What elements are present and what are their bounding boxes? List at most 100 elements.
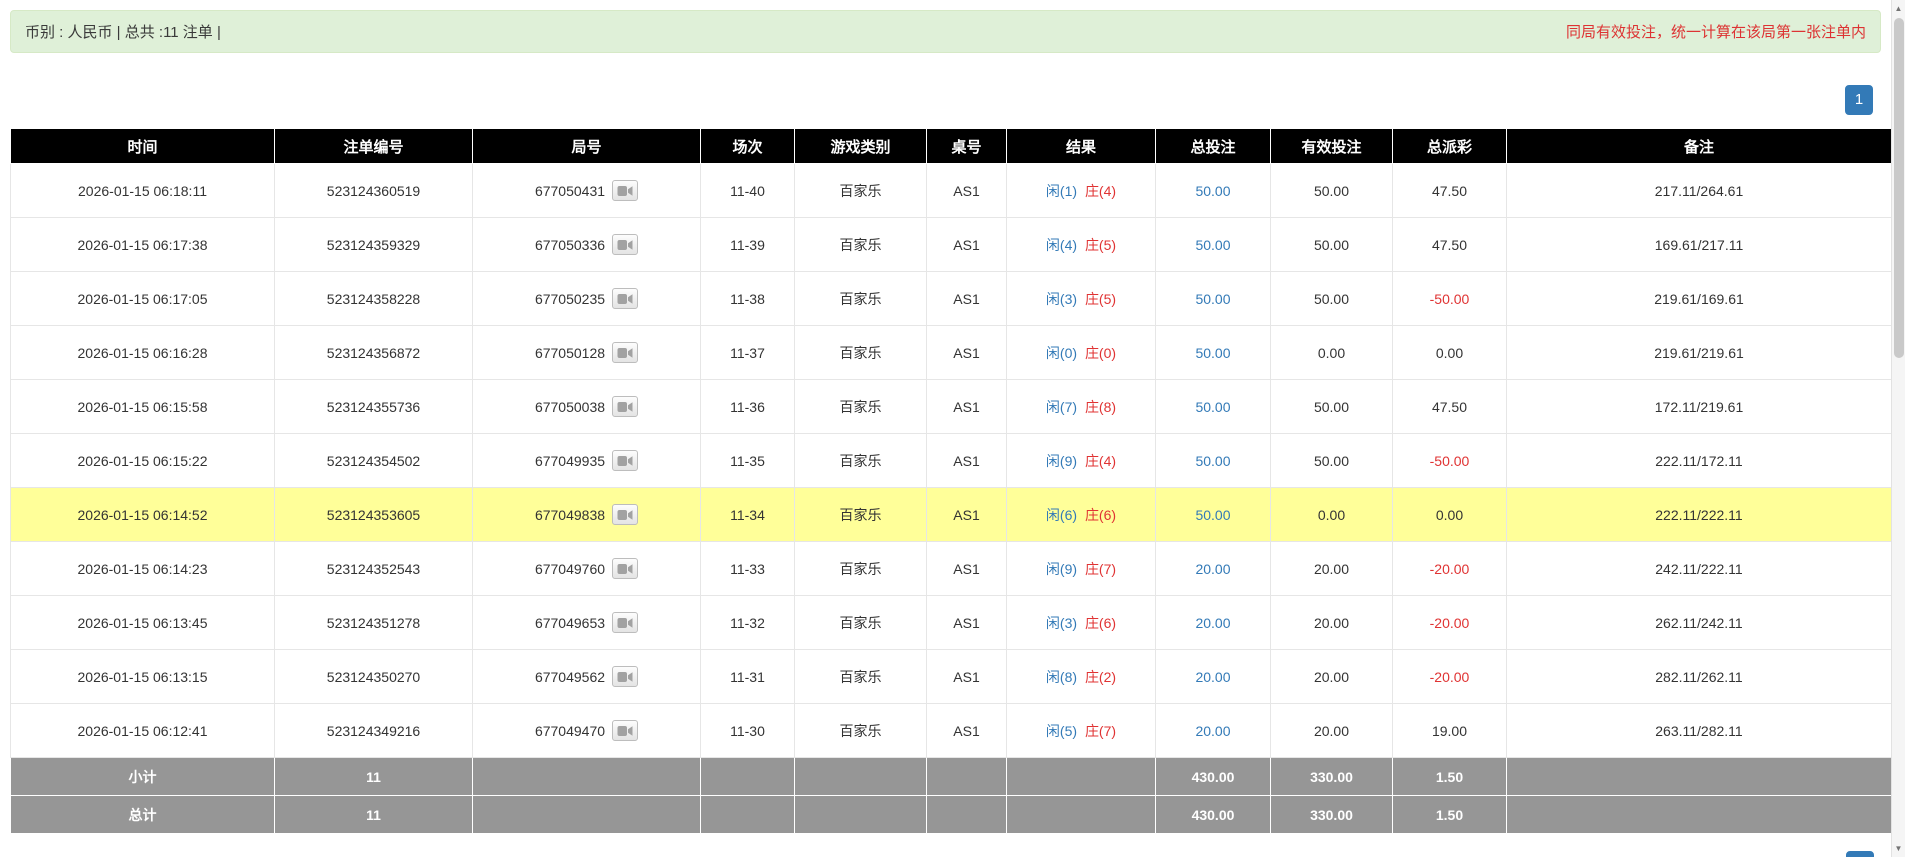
cell-payout: -20.00: [1392, 541, 1507, 596]
cell-bet-id: 523124360519: [274, 163, 473, 218]
cell-valid-bet: 20.00: [1270, 595, 1393, 650]
total-bet-link[interactable]: 20.00: [1195, 723, 1230, 739]
scroll-up-arrow-icon[interactable]: ▲: [1892, 1, 1905, 16]
col-header-table-no: 桌号: [926, 128, 1007, 164]
cell-remark: 169.61/217.11: [1506, 217, 1892, 272]
round-id-text: 677049470: [534, 722, 606, 739]
scrollbar-thumb[interactable]: [1894, 18, 1904, 358]
round-id-text: 677050038: [534, 398, 606, 415]
round-video-button[interactable]: [612, 288, 639, 309]
pagination-bottom-page-1-button[interactable]: 1: [1846, 851, 1874, 857]
bet-row[interactable]: 2026-01-15 06:17:38 523124359329 6770503…: [10, 217, 1892, 272]
result-player-text: 闲(0): [1045, 344, 1078, 361]
cell-round-id: 677050431: [472, 163, 701, 218]
bet-row[interactable]: 2026-01-15 06:15:58 523124355736 6770500…: [10, 379, 1892, 434]
round-video-button[interactable]: [612, 504, 639, 525]
cell-time: 2026-01-15 06:17:38: [10, 217, 275, 272]
result-player-text: 闲(9): [1045, 452, 1078, 469]
bet-row[interactable]: 2026-01-15 06:14:52 523124353605 6770498…: [10, 487, 1892, 542]
cell-total-bet: 20.00: [1155, 541, 1271, 596]
round-video-button[interactable]: [612, 450, 639, 471]
cell-session: 11-38: [700, 271, 795, 326]
round-video-button[interactable]: [612, 666, 639, 687]
round-id-text: 677049562: [534, 668, 606, 685]
bet-row[interactable]: 2026-01-15 06:18:11 523124360519 6770504…: [10, 163, 1892, 218]
round-video-button[interactable]: [612, 234, 639, 255]
result-banker-text: 庄(7): [1084, 560, 1117, 577]
col-header-payout: 总派彩: [1392, 128, 1507, 164]
bet-row[interactable]: 2026-01-15 06:14:23 523124352543 6770497…: [10, 541, 1892, 596]
vertical-scrollbar[interactable]: ▲ ▼: [1891, 0, 1905, 857]
cell-remark: 263.11/282.11: [1506, 703, 1892, 758]
cell-valid-bet: 20.00: [1270, 649, 1393, 704]
total-bet-link[interactable]: 50.00: [1195, 237, 1230, 253]
summary-empty-cell: [700, 757, 795, 796]
cell-game-type: 百家乐: [794, 433, 927, 488]
total-bet-link[interactable]: 50.00: [1195, 507, 1230, 523]
total-bet-link[interactable]: 50.00: [1195, 183, 1230, 199]
total-bet-link[interactable]: 20.00: [1195, 561, 1230, 577]
bet-row[interactable]: 2026-01-15 06:12:41 523124349216 6770494…: [10, 703, 1892, 758]
cell-total-bet: 50.00: [1155, 433, 1271, 488]
summary-valid-bet: 330.00: [1270, 795, 1393, 834]
cell-time: 2026-01-15 06:13:45: [10, 595, 275, 650]
bet-row[interactable]: 2026-01-15 06:13:45 523124351278 6770496…: [10, 595, 1892, 650]
pagination-page-1-button[interactable]: 1: [1845, 85, 1873, 115]
bet-row[interactable]: 2026-01-15 06:17:05 523124358228 6770502…: [10, 271, 1892, 326]
cell-table-no: AS1: [926, 163, 1007, 218]
round-id-text: 677049838: [534, 506, 606, 523]
round-id-text: 677049653: [534, 614, 606, 631]
cell-valid-bet: 20.00: [1270, 541, 1393, 596]
total-bet-link[interactable]: 50.00: [1195, 453, 1230, 469]
cell-table-no: AS1: [926, 649, 1007, 704]
total-bet-link[interactable]: 50.00: [1195, 291, 1230, 307]
col-header-time: 时间: [10, 128, 275, 164]
cell-result: 闲(4) 庄(5): [1006, 217, 1156, 272]
cell-game-type: 百家乐: [794, 163, 927, 218]
cell-bet-id: 523124353605: [274, 487, 473, 542]
cell-payout: 47.50: [1392, 163, 1507, 218]
total-bet-link[interactable]: 50.00: [1195, 345, 1230, 361]
summary-valid-bet: 330.00: [1270, 757, 1393, 796]
cell-result: 闲(3) 庄(6): [1006, 595, 1156, 650]
result-player-text: 闲(8): [1045, 668, 1078, 685]
round-video-button[interactable]: [612, 612, 639, 633]
bet-row[interactable]: 2026-01-15 06:16:28 523124356872 6770501…: [10, 325, 1892, 380]
cell-time: 2026-01-15 06:14:23: [10, 541, 275, 596]
cell-valid-bet: 50.00: [1270, 217, 1393, 272]
scroll-down-arrow-icon[interactable]: ▼: [1892, 841, 1905, 856]
cell-table-no: AS1: [926, 217, 1007, 272]
result-player-text: 闲(3): [1045, 290, 1078, 307]
round-video-button[interactable]: [612, 180, 639, 201]
round-video-button[interactable]: [612, 342, 639, 363]
video-replay-icon: [617, 185, 633, 197]
cell-total-bet: 50.00: [1155, 379, 1271, 434]
cell-session: 11-37: [700, 325, 795, 380]
summary-count: 11: [274, 757, 473, 796]
round-video-button[interactable]: [612, 720, 639, 741]
col-header-valid-bet: 有效投注: [1270, 128, 1393, 164]
col-header-remark: 备注: [1506, 128, 1892, 164]
result-banker-text: 庄(6): [1084, 614, 1117, 631]
summary-label: 小计: [10, 757, 275, 796]
cell-table-no: AS1: [926, 703, 1007, 758]
total-bet-link[interactable]: 50.00: [1195, 399, 1230, 415]
result-player-text: 闲(1): [1045, 182, 1078, 199]
cell-total-bet: 50.00: [1155, 271, 1271, 326]
cell-valid-bet: 50.00: [1270, 379, 1393, 434]
summary-empty-cell: [794, 757, 927, 796]
col-header-total-bet: 总投注: [1155, 128, 1271, 164]
bet-row[interactable]: 2026-01-15 06:15:22 523124354502 6770499…: [10, 433, 1892, 488]
cell-bet-id: 523124358228: [274, 271, 473, 326]
total-bet-link[interactable]: 20.00: [1195, 615, 1230, 631]
video-replay-icon: [617, 293, 633, 305]
result-player-text: 闲(7): [1045, 398, 1078, 415]
round-video-button[interactable]: [612, 396, 639, 417]
cell-round-id: 677050038: [472, 379, 701, 434]
round-video-button[interactable]: [612, 558, 639, 579]
video-replay-icon: [617, 671, 633, 683]
total-bet-link[interactable]: 20.00: [1195, 669, 1230, 685]
cell-round-id: 677049470: [472, 703, 701, 758]
cell-result: 闲(6) 庄(6): [1006, 487, 1156, 542]
bet-row[interactable]: 2026-01-15 06:13:15 523124350270 6770495…: [10, 649, 1892, 704]
